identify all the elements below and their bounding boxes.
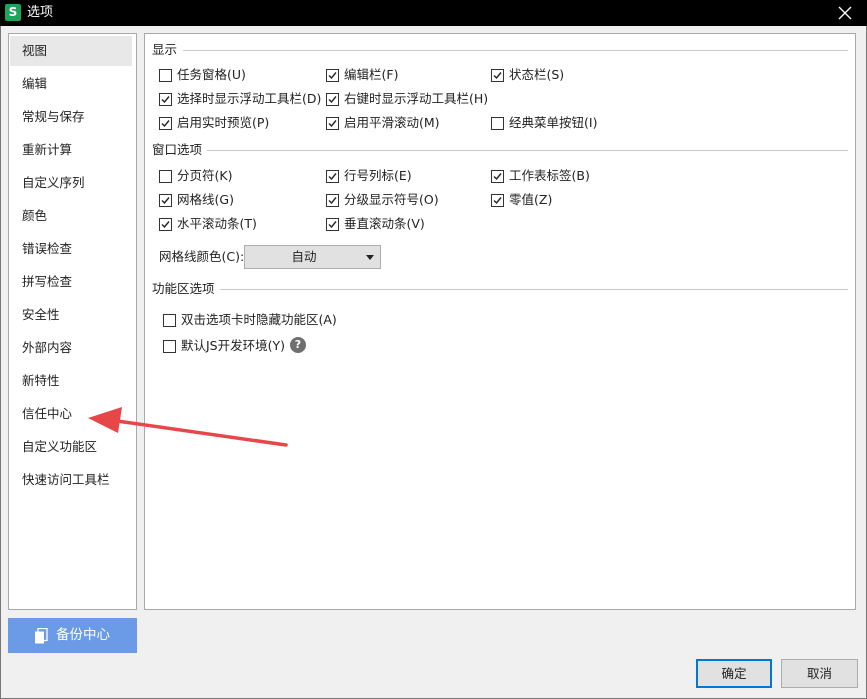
sidebar-item-security[interactable]: 安全性 [10, 300, 132, 330]
sidebar-item-spell-check[interactable]: 拼写检查 [10, 267, 132, 297]
ok-button[interactable]: 确定 [696, 659, 772, 688]
close-button[interactable] [835, 3, 855, 23]
checkmark-icon [328, 221, 337, 229]
checkmark-icon [493, 173, 502, 181]
section-divider [220, 289, 848, 290]
option-label: 零值(Z) [509, 192, 553, 207]
option-label: 水平滚动条(T) [177, 216, 257, 231]
checkmark-icon [328, 120, 337, 128]
window-title: 选项 [27, 5, 54, 20]
checkbox[interactable] [159, 170, 172, 183]
sidebar-item-customize-ribbon[interactable]: 自定义功能区 [10, 432, 132, 462]
option-label: 默认JS开发环境(Y) [181, 338, 286, 353]
checkmark-icon [161, 120, 170, 128]
checkbox[interactable] [326, 117, 339, 130]
checkmark-icon [161, 221, 170, 229]
sidebar-item-new-features[interactable]: 新特性 [10, 366, 132, 396]
checkmark-icon [328, 173, 337, 181]
option-label: 双击选项卡时隐藏功能区(A) [181, 312, 337, 327]
cancel-button[interactable]: 取消 [781, 659, 858, 688]
checkmark-icon [328, 96, 337, 104]
section-divider [207, 150, 848, 151]
section-title-window-options: 窗口选项 [152, 142, 203, 157]
option-label: 行号列标(E) [344, 168, 412, 183]
sidebar-item-general-save[interactable]: 常规与保存 [10, 102, 132, 132]
checkmark-icon [161, 197, 170, 205]
checkbox[interactable] [326, 69, 339, 82]
option-label: 编辑栏(F) [344, 67, 399, 82]
backup-center-label: 备份中心 [56, 627, 110, 643]
checkmark-icon [493, 72, 502, 80]
option-label: 分级显示符号(O) [344, 192, 439, 207]
checkbox[interactable] [491, 69, 504, 82]
gridline-color-label: 网格线颜色(C): [159, 249, 245, 264]
checkbox[interactable] [163, 340, 176, 353]
option-label: 经典菜单按钮(I) [509, 115, 598, 130]
options-panel: 显示 任务窗格(U) 编辑栏(F) 状态栏(S) 选择时显示浮动工具栏(D) 右… [144, 33, 856, 610]
checkmark-icon [161, 96, 170, 104]
sidebar-item-error-check[interactable]: 错误检查 [10, 234, 132, 264]
option-label: 右键时显示浮动工具栏(H) [344, 91, 489, 106]
checkbox[interactable] [491, 117, 504, 130]
help-icon[interactable]: ? [290, 337, 306, 353]
option-label: 任务窗格(U) [177, 67, 246, 82]
option-label: 选择时显示浮动工具栏(D) [177, 91, 322, 106]
checkmark-icon [328, 197, 337, 205]
sidebar-item-edit[interactable]: 编辑 [10, 69, 132, 99]
option-label: 工作表标签(B) [509, 168, 590, 183]
sidebar-item-recalculate[interactable]: 重新计算 [10, 135, 132, 165]
sidebar-item-color[interactable]: 颜色 [10, 201, 132, 231]
title-bar: S 选项 [0, 0, 867, 26]
option-label: 网格线(G) [177, 192, 234, 207]
backup-icon [35, 628, 48, 644]
checkbox[interactable] [159, 117, 172, 130]
sidebar-item-custom-lists[interactable]: 自定义序列 [10, 168, 132, 198]
app-icon: S [5, 4, 21, 21]
checkbox[interactable] [326, 170, 339, 183]
checkbox[interactable] [491, 194, 504, 207]
checkmark-icon [493, 197, 502, 205]
gridline-color-value: 自动 [291, 249, 317, 264]
sidebar-item-quick-access-toolbar[interactable]: 快速访问工具栏 [10, 465, 132, 495]
gridline-color-select[interactable]: 自动 [244, 245, 381, 269]
checkbox[interactable] [326, 93, 339, 106]
section-divider [183, 50, 848, 51]
option-label: 垂直滚动条(V) [344, 216, 425, 231]
checkbox[interactable] [163, 314, 176, 327]
checkbox[interactable] [326, 194, 339, 207]
checkmark-icon [328, 72, 337, 80]
checkbox[interactable] [159, 69, 172, 82]
checkbox[interactable] [159, 218, 172, 231]
option-label: 启用实时预览(P) [177, 115, 270, 130]
checkbox[interactable] [159, 93, 172, 106]
checkbox[interactable] [159, 194, 172, 207]
option-label: 启用平滑滚动(M) [344, 115, 440, 130]
checkbox[interactable] [491, 170, 504, 183]
category-list: 视图 编辑 常规与保存 重新计算 自定义序列 颜色 错误检查 拼写检查 安全性 … [8, 33, 137, 610]
chevron-down-icon [366, 255, 374, 260]
section-title-ribbon: 功能区选项 [152, 281, 215, 296]
checkbox[interactable] [326, 218, 339, 231]
backup-center-button[interactable]: 备份中心 [8, 618, 137, 653]
sidebar-item-view[interactable]: 视图 [10, 36, 132, 66]
sidebar-item-trust-center[interactable]: 信任中心 [10, 399, 132, 429]
close-icon [838, 6, 852, 20]
sidebar-item-external-content[interactable]: 外部内容 [10, 333, 132, 363]
section-title-display: 显示 [152, 42, 178, 57]
option-label: 分页符(K) [177, 168, 233, 183]
option-label: 状态栏(S) [509, 67, 565, 82]
